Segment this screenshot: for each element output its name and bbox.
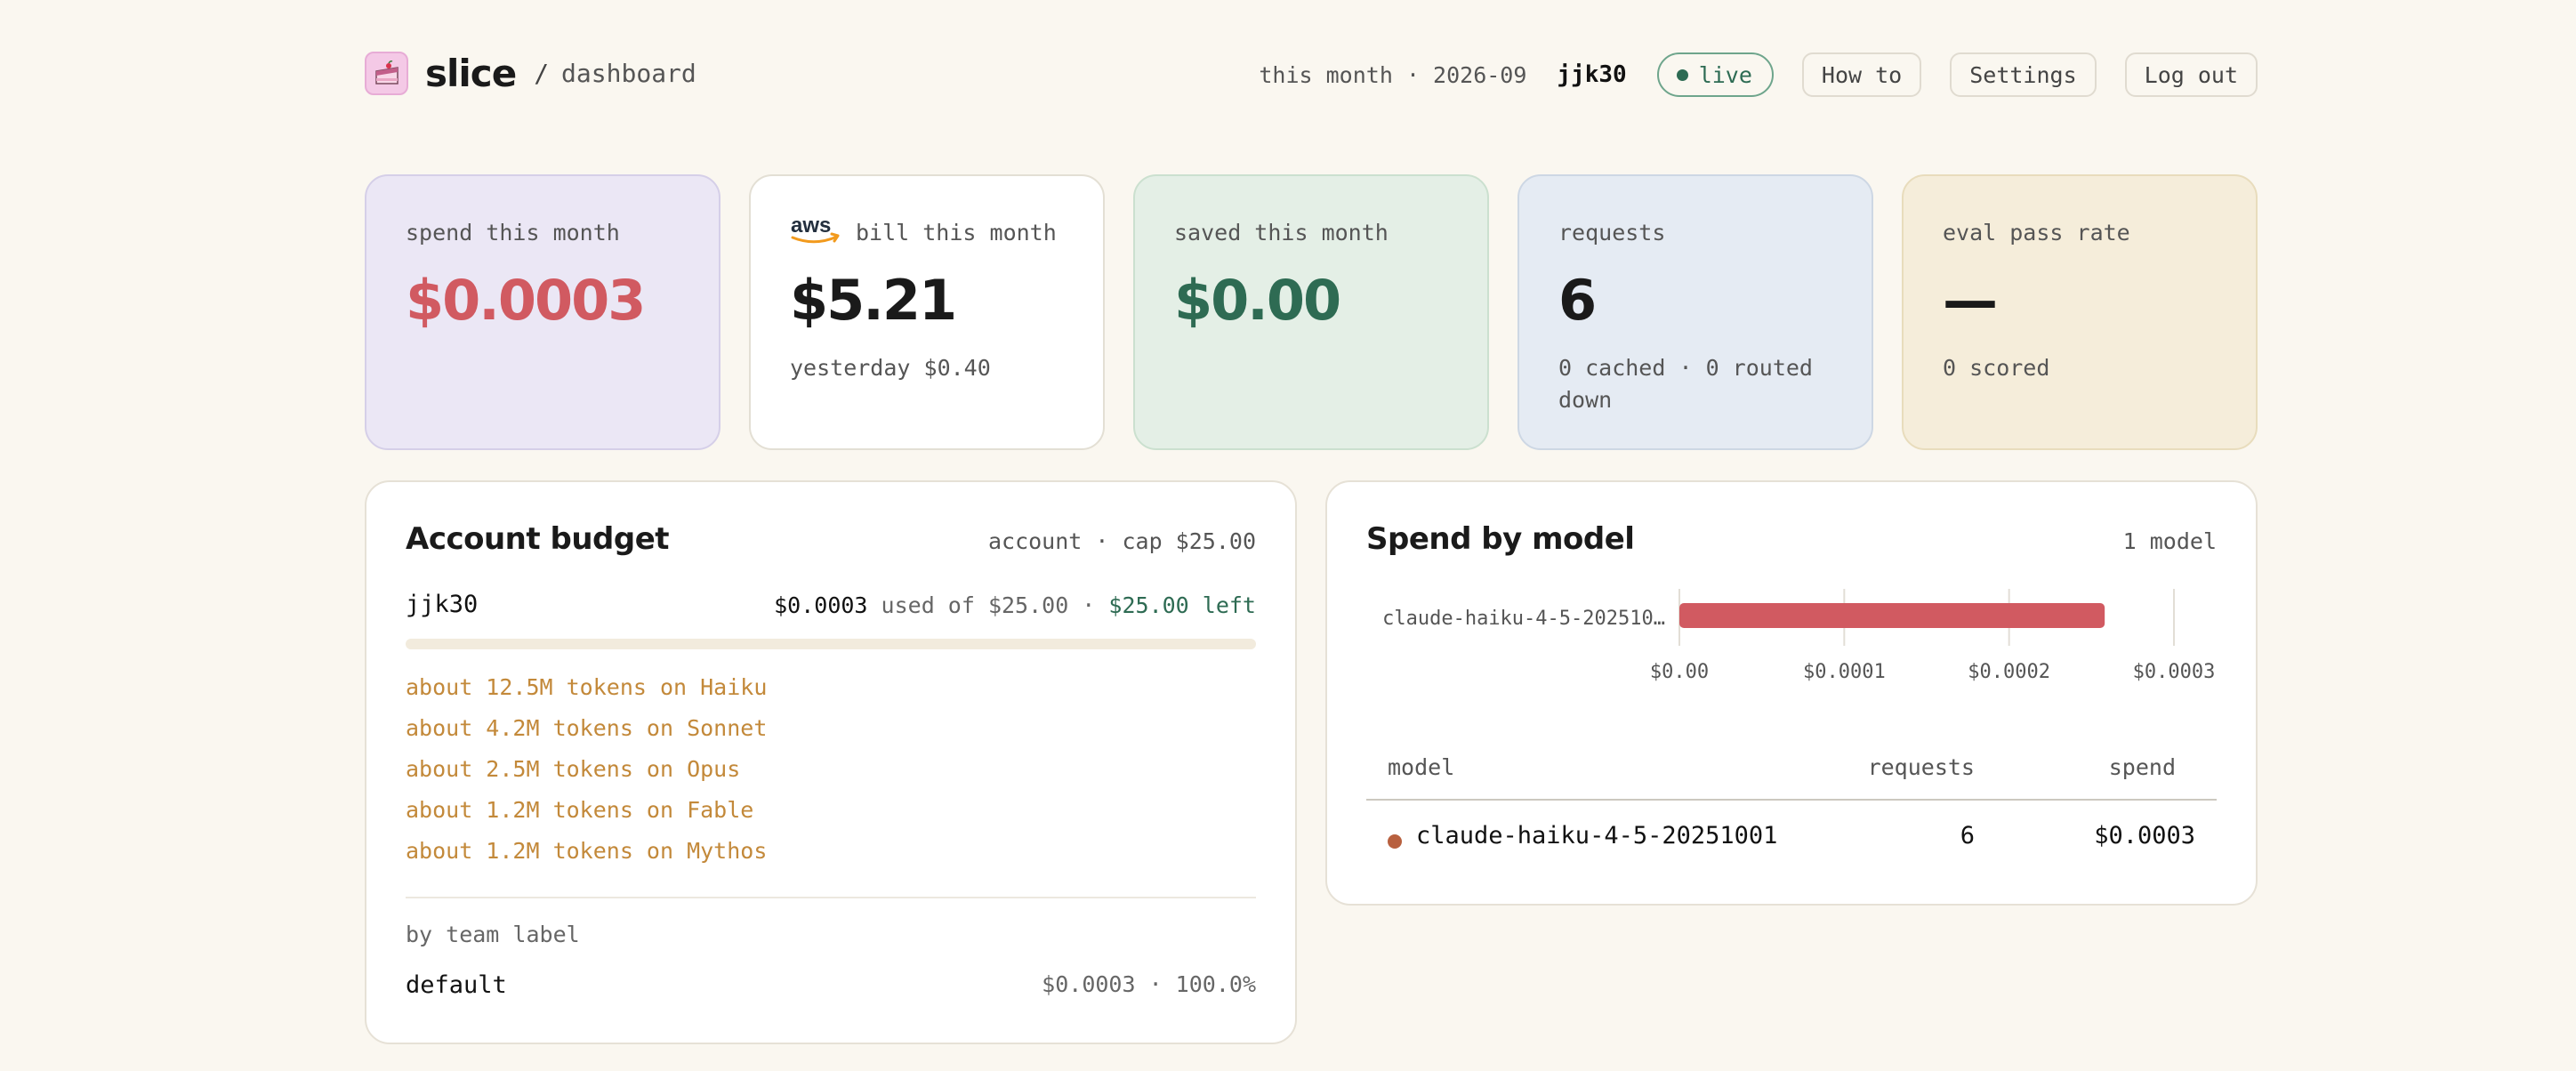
- budget-used: $0.0003: [774, 592, 868, 618]
- row-spend: $0.0003: [2094, 822, 2195, 850]
- brand[interactable]: slice / dashboard: [365, 52, 696, 95]
- team-name: default: [406, 971, 507, 999]
- chart-tick-label: $0.0003: [2133, 661, 2216, 683]
- team-value: $0.0003 · 100.0%: [1042, 971, 1256, 997]
- budget-progress-bar: [406, 639, 1256, 649]
- top-bar: slice / dashboard this month · 2026-09 j…: [365, 50, 2258, 100]
- brand-name: slice: [425, 52, 517, 95]
- saved-value: $0.00: [1174, 268, 1341, 333]
- token-estimate-haiku: about 12.5M tokens on Haiku: [406, 674, 768, 700]
- budget-used-of: used of $25.00 ·: [867, 592, 1109, 618]
- eval-label: eval pass rate: [1943, 219, 2130, 246]
- requests-card: requests 6 0 cached · 0 routed down: [1517, 174, 1873, 450]
- model-panel-meta: 1 model: [2122, 528, 2217, 554]
- chart-category-label: claude-haiku-4-5-202510…: [1382, 608, 1665, 630]
- budget-left: $25.00 left: [1108, 592, 1256, 618]
- settings-button[interactable]: Settings: [1950, 52, 2097, 97]
- user-name: jjk30: [1557, 61, 1627, 88]
- spend-label: spend this month: [406, 219, 620, 246]
- eval-card: eval pass rate — 0 scored: [1902, 174, 2258, 450]
- model-table: model requests spend claude-haiku-4-5-20…: [1366, 740, 2217, 874]
- aws-bill-value: $5.21: [790, 268, 957, 333]
- budget-usage: $0.0003 used of $25.00 · $25.00 left: [774, 592, 1256, 618]
- header-controls: this month · 2026-09 jjk30 live How to S…: [1259, 52, 2258, 97]
- chart-bar: [1679, 603, 2105, 628]
- account-budget-panel: Account budget account · cap $25.00 jjk3…: [365, 480, 1297, 1044]
- token-estimate-sonnet: about 4.2M tokens on Sonnet: [406, 715, 768, 741]
- chart-tick-label: $0.0002: [1968, 661, 2050, 683]
- aws-bill-label: bill this month: [856, 219, 1057, 246]
- period-label: this month · 2026-09: [1259, 61, 1527, 88]
- budget-divider: [406, 897, 1256, 898]
- row-model-name: claude-haiku-4-5-20251001: [1416, 822, 1778, 850]
- aws-logo-text: aws: [791, 213, 831, 238]
- aws-bill-label-row: aws bill this month: [790, 213, 1064, 247]
- how-to-button[interactable]: How to: [1801, 52, 1922, 97]
- token-estimate-fable: about 1.2M tokens on Fable: [406, 797, 754, 823]
- eval-value: —: [1943, 268, 1998, 333]
- live-label: live: [1698, 61, 1752, 88]
- budget-account: jjk30: [406, 591, 479, 618]
- col-model-header[interactable]: model: [1388, 754, 1454, 780]
- aws-bill-card: aws bill this month $5.21 yesterday $0.4…: [749, 174, 1105, 450]
- requests-value: 6: [1558, 268, 1597, 333]
- col-requests-header[interactable]: requests: [1868, 754, 1975, 780]
- budget-meta: account · cap $25.00: [987, 528, 1256, 554]
- budget-title: Account budget: [406, 521, 670, 557]
- saved-label: saved this month: [1174, 219, 1389, 246]
- spend-card: spend this month $0.0003: [365, 174, 720, 450]
- live-dot-icon: [1676, 68, 1688, 81]
- aws-bill-yesterday: yesterday $0.40: [790, 355, 991, 381]
- team-label-heading: by team label: [406, 922, 580, 947]
- requests-sub: 0 cached · 0 routed down: [1558, 355, 1813, 413]
- budget-account-row: jjk30 $0.0003 used of $25.00 · $25.00 le…: [406, 591, 1256, 623]
- row-requests: 6: [1960, 822, 1975, 850]
- saved-card: saved this month $0.00: [1133, 174, 1489, 450]
- model-table-header: model requests spend: [1366, 740, 2217, 801]
- spend-by-model-panel: Spend by model 1 model $0.00 $0.0001 $0.00…: [1325, 480, 2258, 906]
- breadcrumb-separator: /: [534, 59, 550, 88]
- cake-slice-icon: [365, 52, 408, 95]
- model-panel-title: Spend by model: [1366, 521, 1635, 557]
- eval-sub: 0 scored: [1943, 355, 2050, 381]
- model-color-dot-icon: [1388, 834, 1402, 849]
- aws-logo-icon: aws: [790, 213, 843, 252]
- log-out-button[interactable]: Log out: [2124, 52, 2258, 97]
- requests-label: requests: [1558, 219, 1666, 246]
- token-estimate-mythos: about 1.2M tokens on Mythos: [406, 838, 768, 864]
- chart-tick-label: $0.00: [1650, 661, 1709, 683]
- col-spend-header[interactable]: spend: [2109, 754, 2176, 780]
- spend-by-model-chart: $0.00 $0.0001 $0.0002 $0.0003 claude-haiku-4…: [1382, 589, 2216, 683]
- breadcrumb-page: dashboard: [561, 59, 696, 88]
- dashboard: slice / dashboard this month · 2026-09 j…: [365, 0, 2258, 1071]
- live-status-badge: live: [1656, 52, 1774, 97]
- table-row[interactable]: claude-haiku-4-5-20251001 6 $0.0003: [1366, 801, 2217, 874]
- token-estimate-opus: about 2.5M tokens on Opus: [406, 756, 741, 782]
- spend-value: $0.0003: [406, 268, 646, 333]
- chart-tick-label: $0.0001: [1803, 661, 1886, 683]
- token-estimates: about 12.5M tokens on Haiku about 4.2M t…: [406, 667, 767, 872]
